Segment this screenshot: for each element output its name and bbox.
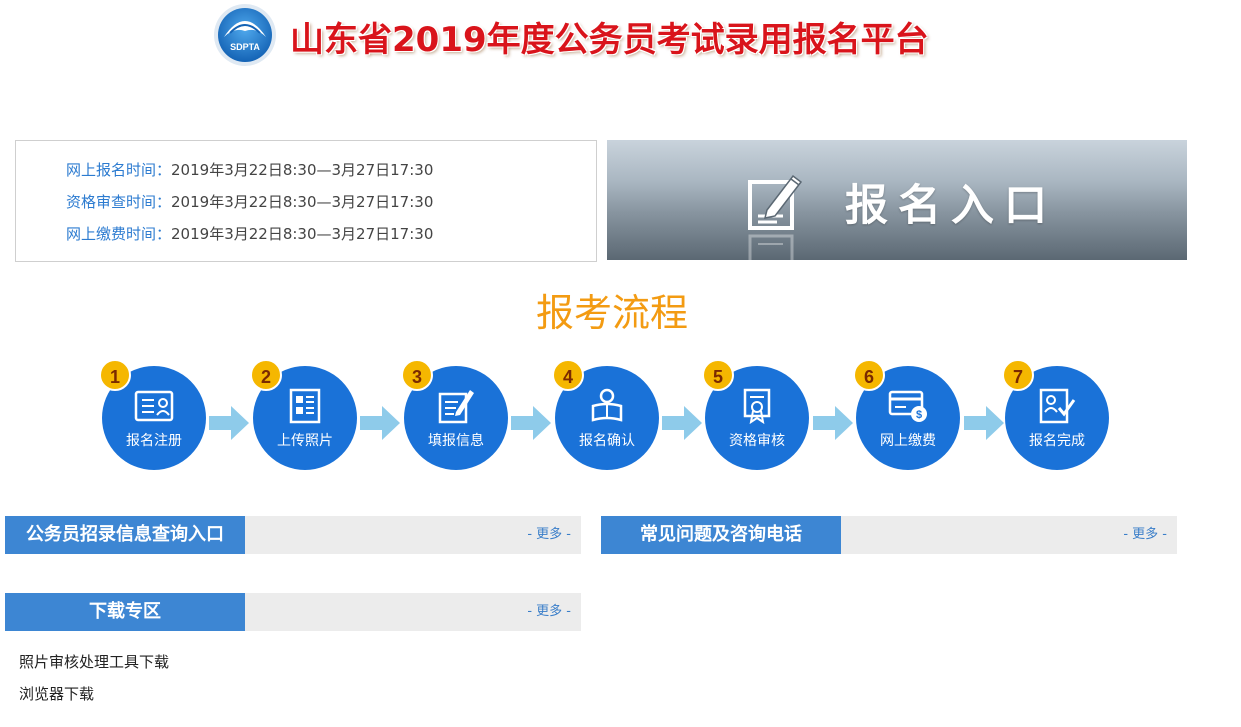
site-title: 山东省2019年度公务员考试录用报名平台 — [290, 20, 929, 60]
id-card-icon — [134, 390, 174, 422]
certificate-icon — [743, 388, 771, 424]
section-title-query[interactable]: 公务员招录信息查询入口 — [5, 516, 245, 554]
person-book-icon — [591, 388, 623, 422]
step-label: 网上缴费 — [880, 433, 936, 449]
step-number-badge: 1 — [99, 359, 131, 391]
process-step-register[interactable]: 报名注册 1 — [99, 359, 206, 470]
edit-document-icon — [748, 174, 803, 230]
section-faq: 常见问题及咨询电话 - 更多 - — [601, 516, 1177, 554]
step-number-badge: 5 — [702, 359, 734, 391]
more-link-query[interactable]: - 更多 - — [527, 516, 571, 554]
logo-text: SDPTA — [230, 42, 260, 52]
schedule-box: 网上报名时间：2019年3月22日8:30—3月27日17:30 资格审查时间：… — [15, 140, 597, 262]
schedule-row-registration: 网上报名时间：2019年3月22日8:30—3月27日17:30 — [66, 159, 433, 180]
step-number-badge: 7 — [1002, 359, 1034, 391]
process-step-online-payment[interactable]: $ 网上缴费 6 — [853, 359, 960, 470]
download-link-browser[interactable]: 浏览器下载 — [19, 683, 94, 704]
schedule-value: 2019年3月22日8:30—3月27日17:30 — [171, 225, 434, 243]
process-step-fill-info[interactable]: 填报信息 3 — [401, 359, 508, 470]
register-entry-button[interactable]: 报名入口 — [607, 140, 1187, 260]
arrow-right-icon — [209, 406, 249, 440]
photo-list-icon — [289, 388, 321, 424]
arrow-right-icon — [511, 406, 551, 440]
schedule-label: 网上缴费时间： — [66, 225, 172, 243]
step-number-badge: 3 — [401, 359, 433, 391]
svg-text:$: $ — [916, 409, 922, 421]
step-label: 报名确认 — [579, 433, 635, 449]
page-header: SDPTA 山东省2019年度公务员考试录用报名平台 — [0, 0, 1241, 70]
edit-document-icon-reflection — [748, 234, 794, 260]
arrow-right-icon — [964, 406, 1004, 440]
schedule-label: 资格审查时间： — [66, 193, 172, 211]
process-step-confirm[interactable]: 报名确认 4 — [552, 359, 659, 470]
process-step-upload-photo[interactable]: 上传照片 2 — [250, 359, 357, 470]
section-title-download[interactable]: 下载专区 — [5, 593, 245, 631]
arrow-right-icon — [662, 406, 702, 440]
schedule-row-payment: 网上缴费时间：2019年3月22日8:30—3月27日17:30 — [66, 223, 433, 244]
step-number-badge: 2 — [250, 359, 282, 391]
more-link-download[interactable]: - 更多 - — [527, 593, 571, 631]
step-label: 报名注册 — [126, 433, 182, 449]
user-check-icon — [1039, 388, 1076, 424]
schedule-row-review: 资格审查时间：2019年3月22日8:30—3月27日17:30 — [66, 191, 433, 212]
step-label: 报名完成 — [1029, 433, 1085, 449]
download-link-photo-tool[interactable]: 照片审核处理工具下载 — [19, 651, 169, 672]
card-payment-icon: $ — [888, 390, 927, 422]
sdpta-logo: SDPTA — [214, 4, 276, 66]
form-pen-icon — [438, 390, 474, 424]
section-query: 公务员招录信息查询入口 - 更多 - — [5, 516, 581, 554]
section-download: 下载专区 - 更多 - — [5, 593, 581, 631]
schedule-label: 网上报名时间： — [66, 161, 172, 179]
more-link-faq[interactable]: - 更多 - — [1123, 516, 1167, 554]
arrow-right-icon — [813, 406, 853, 440]
arrow-right-icon — [360, 406, 400, 440]
register-entry-label: 报名入口 — [845, 181, 1057, 231]
step-number-badge: 4 — [552, 359, 584, 391]
step-label: 上传照片 — [277, 433, 333, 449]
process-step-complete[interactable]: 报名完成 7 — [1002, 359, 1109, 470]
step-label: 填报信息 — [428, 433, 484, 449]
process-title: 报考流程 — [535, 291, 688, 335]
step-number-badge: 6 — [853, 359, 885, 391]
section-title-faq[interactable]: 常见问题及咨询电话 — [601, 516, 841, 554]
schedule-value: 2019年3月22日8:30—3月27日17:30 — [171, 161, 434, 179]
process-step-qualification-review[interactable]: 资格审核 5 — [702, 359, 809, 470]
step-label: 资格审核 — [729, 433, 785, 449]
schedule-value: 2019年3月22日8:30—3月27日17:30 — [171, 193, 434, 211]
